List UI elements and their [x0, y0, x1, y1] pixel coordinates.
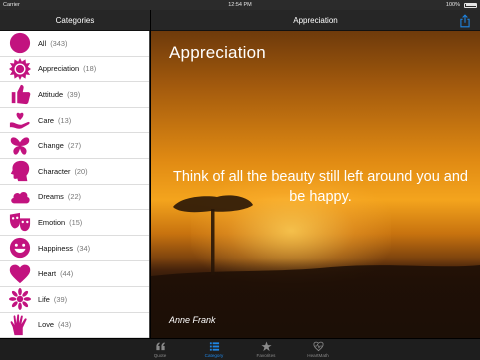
circle-icon	[9, 33, 31, 54]
tab-label: HeartMath	[307, 353, 329, 358]
category-item-care[interactable]: Care (13)	[0, 108, 149, 134]
butterfly-icon	[10, 137, 30, 155]
category-item-love[interactable]: Love (43)	[0, 313, 149, 338]
category-item-heart[interactable]: Heart (44)	[0, 261, 149, 287]
category-count: (39)	[67, 89, 81, 99]
category-label: Life	[38, 294, 50, 304]
category-item-happiness[interactable]: Happiness (34)	[0, 236, 149, 262]
detail-nav-title: Appreciation	[293, 15, 338, 25]
category-item-emotion[interactable]: Emotion (15)	[0, 210, 149, 236]
category-list[interactable]: All (343) Appreciation (18) Attitude (39…	[0, 31, 150, 338]
category-label: Dreams	[38, 192, 64, 202]
category-item-attitude[interactable]: Attitude (39)	[0, 82, 149, 108]
category-label: Appreciation	[38, 64, 80, 74]
quote-author: Anne Frank	[169, 315, 216, 325]
head-profile-icon	[10, 161, 30, 182]
status-bar: Carrier 12:54 PM 100%	[0, 0, 480, 10]
heartbeat-icon	[312, 341, 324, 352]
tab-favorites[interactable]: Favorites	[241, 339, 291, 360]
list-icon	[209, 342, 219, 351]
category-count: (27)	[67, 141, 82, 151]
category-item-life[interactable]: Life (39)	[0, 287, 149, 313]
tab-label: Category	[204, 353, 224, 358]
category-label: All	[38, 38, 47, 48]
category-item-appreciation[interactable]: Appreciation (18)	[0, 57, 149, 83]
quote-text: Think of all the beauty still left aroun…	[172, 169, 468, 205]
heart-icon	[9, 264, 31, 283]
category-label: Care	[38, 115, 55, 125]
share-icon[interactable]	[458, 14, 472, 28]
category-count: (44)	[60, 269, 74, 279]
category-label: Happiness	[38, 243, 73, 253]
tab-label: Quote	[153, 353, 167, 358]
category-count: (34)	[76, 243, 91, 253]
detail-navbar: Appreciation	[151, 10, 480, 31]
tab-quote[interactable]: Quote	[135, 339, 185, 360]
category-item-dreams[interactable]: Dreams (22)	[0, 185, 149, 211]
category-count: (343)	[50, 38, 68, 48]
category-item-all[interactable]: All (343)	[0, 31, 149, 57]
hand-icon	[10, 314, 27, 335]
category-label: Heart	[38, 269, 57, 279]
sun-badge-icon	[9, 57, 31, 80]
category-count: (15)	[69, 217, 83, 227]
cloud-icon	[11, 191, 30, 204]
category-count: (39)	[53, 294, 68, 304]
categories-navbar: Categories	[0, 10, 150, 31]
battery-icon	[464, 2, 477, 8]
flower-icon	[9, 288, 31, 311]
category-label: Change	[38, 141, 64, 151]
tab-heartmath[interactable]: HeartMath	[293, 339, 343, 360]
tab-label: Favorites	[256, 353, 276, 358]
category-label: Love	[38, 320, 55, 330]
heart-hand-icon	[9, 112, 30, 129]
category-label: Attitude	[38, 89, 64, 99]
category-count: (13)	[58, 115, 72, 125]
masks-icon	[9, 213, 31, 232]
category-item-change[interactable]: Change (27)	[0, 133, 149, 159]
star-icon	[260, 341, 272, 352]
thumbs-up-icon	[11, 85, 31, 105]
quote-icon	[155, 342, 165, 351]
category-heading: Appreciation	[169, 43, 266, 62]
category-label: Character	[38, 166, 71, 176]
quote-view[interactable]: Appreciation Think of all the beauty sti…	[151, 31, 480, 338]
category-count: (43)	[58, 320, 72, 330]
smiley-icon	[9, 237, 31, 259]
category-count: (22)	[67, 192, 82, 202]
ground-shadow	[151, 258, 480, 338]
category-count: (18)	[83, 64, 97, 74]
category-count: (20)	[74, 166, 88, 176]
clock: 12:54 PM	[228, 2, 252, 8]
battery-percent: 100%	[445, 2, 460, 8]
tab-bar: Quote Category Favorites HeartMath	[0, 338, 480, 360]
tab-category[interactable]: Category	[189, 339, 239, 360]
category-label: Emotion	[38, 217, 66, 227]
categories-title: Categories	[55, 15, 95, 25]
category-item-character[interactable]: Character (20)	[0, 159, 149, 185]
